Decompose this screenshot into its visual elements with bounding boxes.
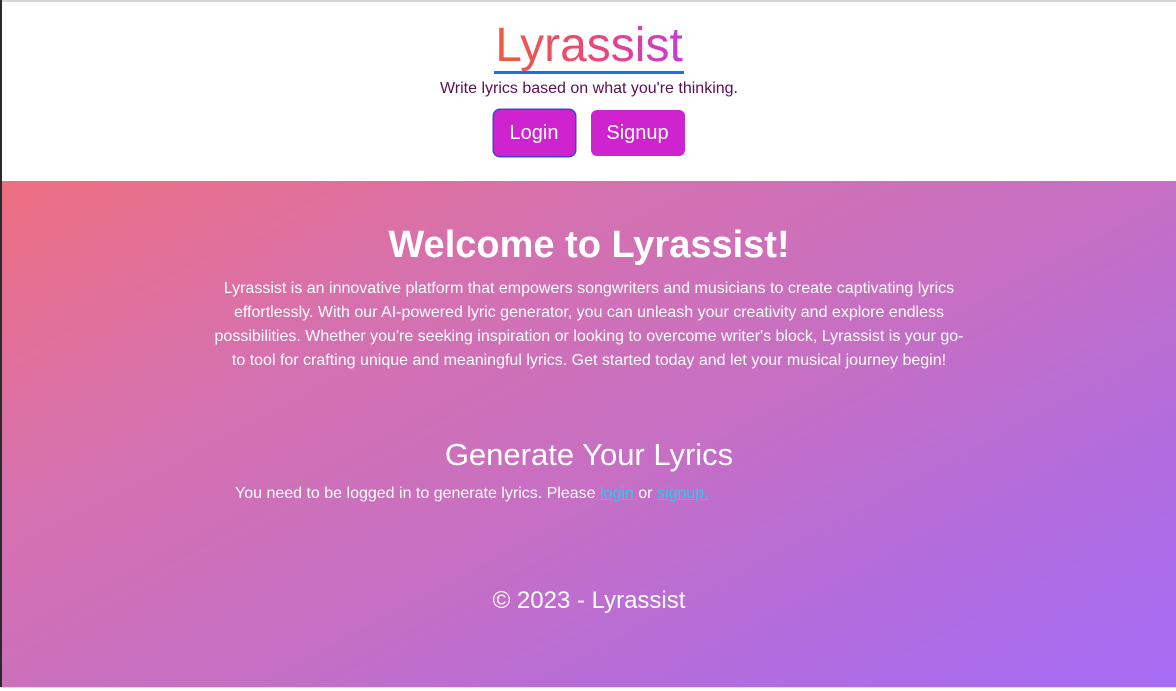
site-header: Lyrassist Write lyrics based on what you…	[2, 2, 1176, 181]
tagline: Write lyrics based on what you're thinki…	[439, 80, 738, 97]
brand-heading: Lyrassist	[2, 19, 1176, 74]
notice-or: or	[633, 485, 657, 502]
auth-buttons: Login Signup	[2, 110, 1176, 156]
generate-lyrics-title: Generate Your Lyrics	[444, 437, 734, 472]
welcome-title: Welcome to Lyrassist!	[388, 224, 790, 266]
signup-button[interactable]: Signup	[590, 110, 685, 156]
notice-login-link[interactable]: login	[600, 485, 634, 502]
notice-signup-link[interactable]: signup.	[657, 485, 709, 502]
login-button[interactable]: Login	[493, 110, 575, 156]
bottom-edge	[0, 687, 1176, 691]
brand-link[interactable]: Lyrassist	[494, 21, 684, 74]
intro-paragraph: Lyrassist is an innovative platform that…	[214, 280, 964, 369]
copyright-text: © 2023 - Lyrassist	[492, 587, 686, 614]
login-required-notice: You need to be logged in to generate lyr…	[235, 484, 709, 504]
main-section: Welcome to Lyrassist! Lyrassist is an in…	[2, 181, 1176, 687]
notice-prefix: You need to be logged in to generate lyr…	[235, 485, 600, 502]
